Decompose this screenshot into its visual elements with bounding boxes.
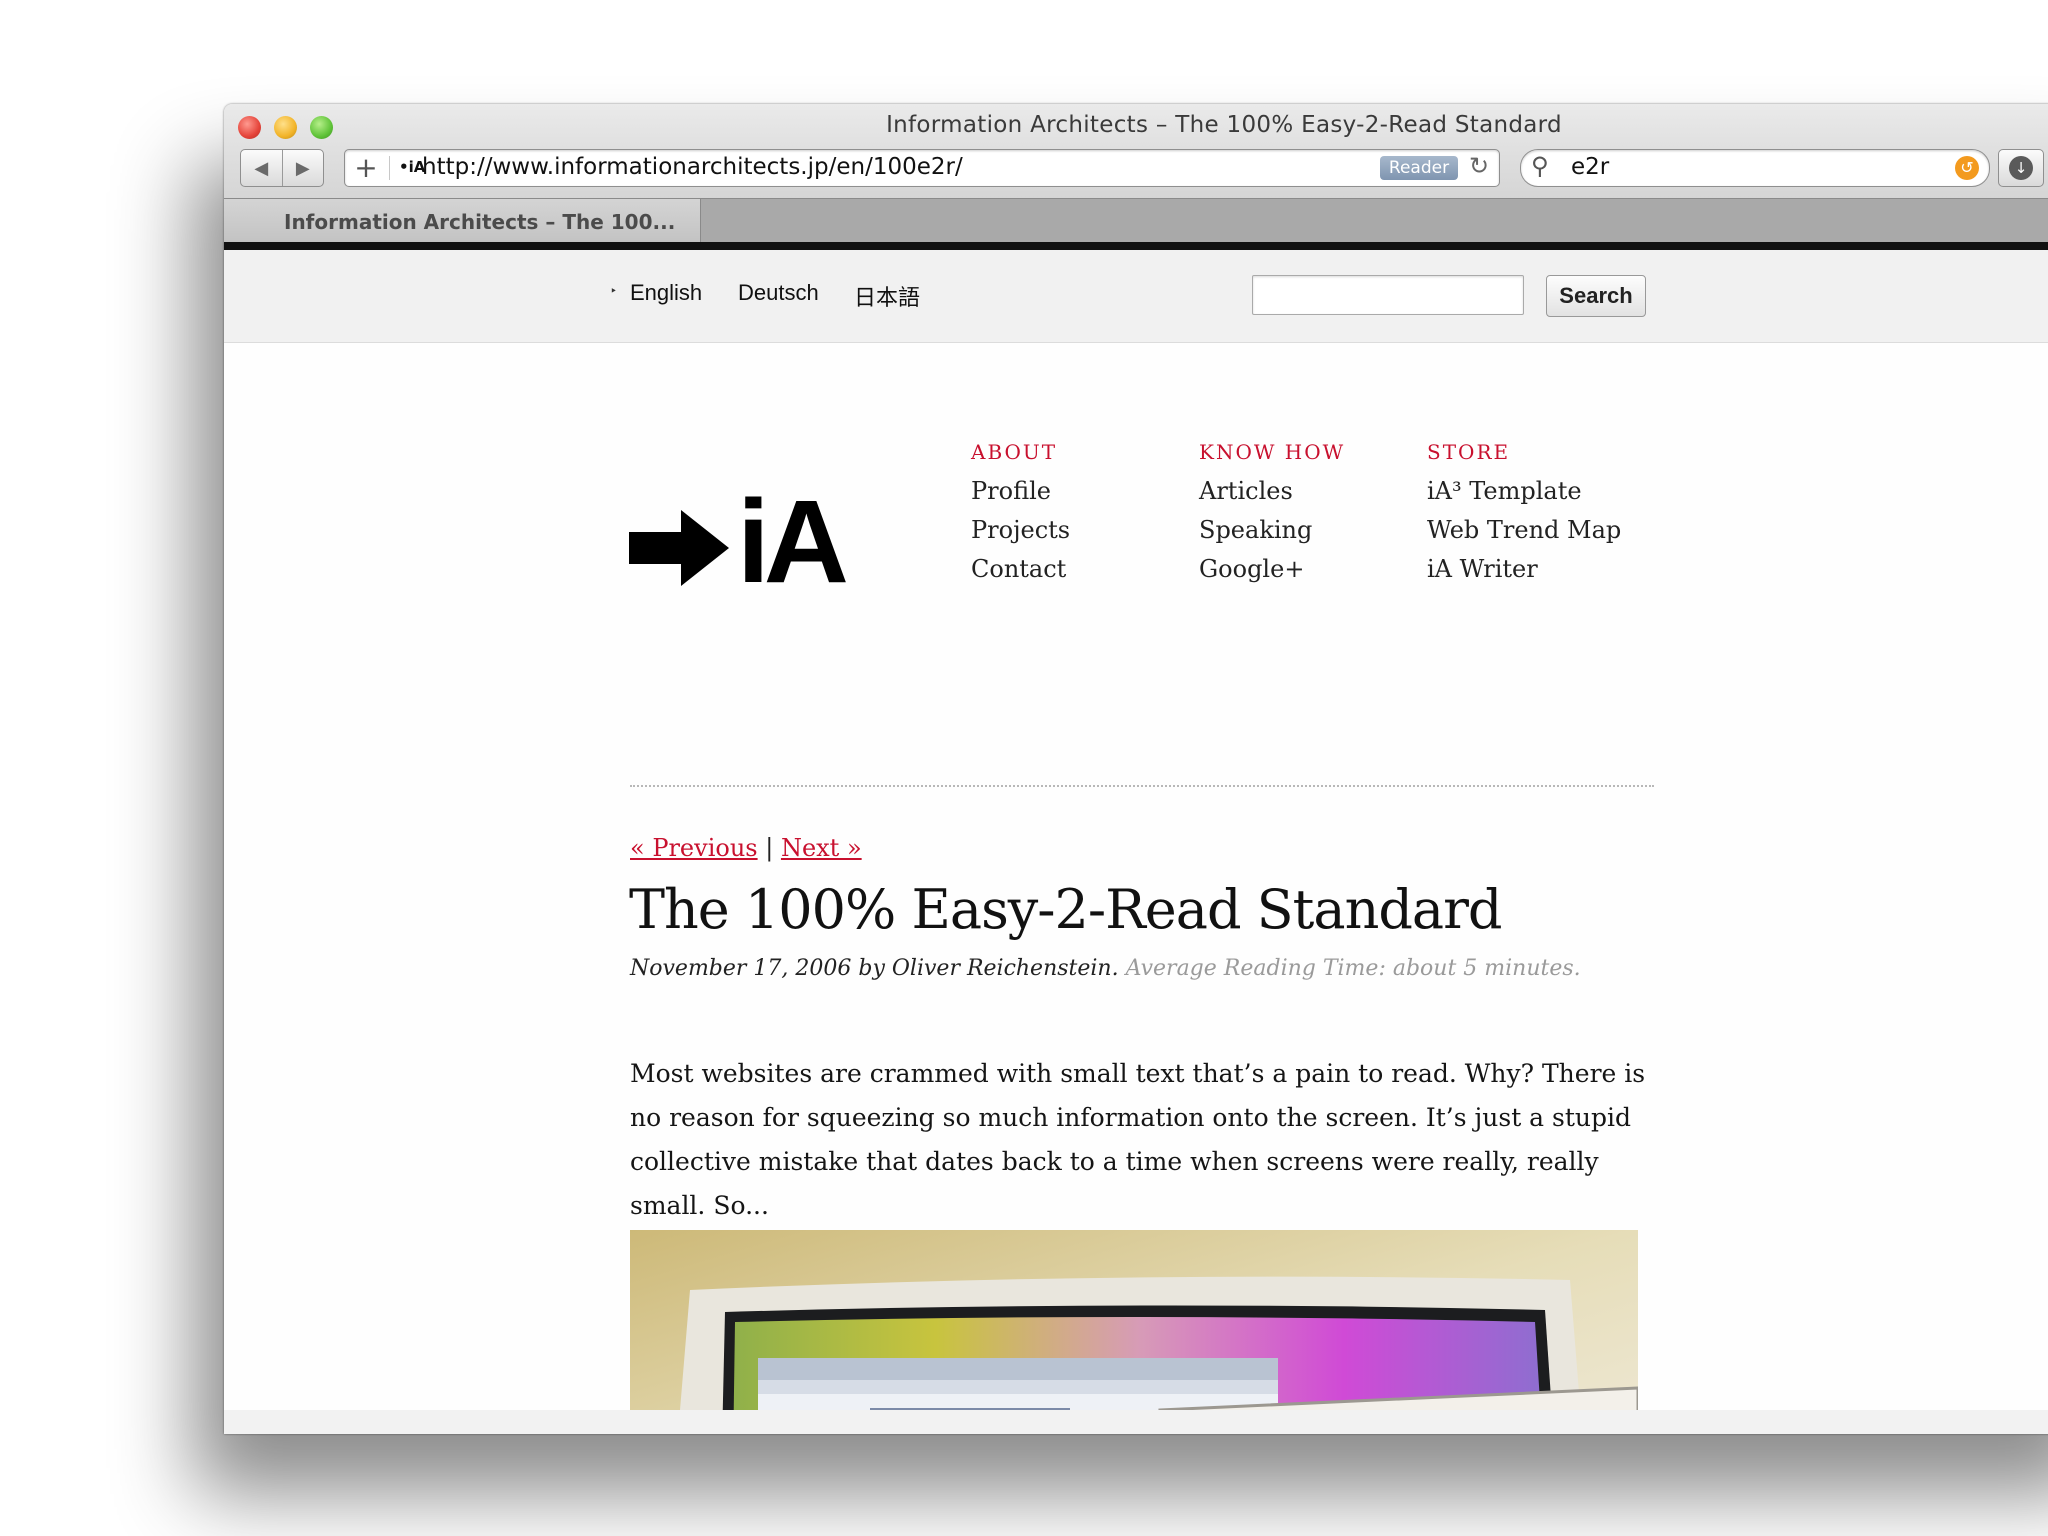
reader-button[interactable]: Reader [1380, 156, 1458, 180]
nav-store: STORE iA³ Template Web Trend Map iA Writ… [1427, 440, 1621, 589]
search-reset-icon[interactable]: ↺ [1955, 156, 1979, 180]
tab-label: Information Architects – The 100... [284, 210, 676, 234]
header-divider [630, 785, 1654, 787]
article-title: The 100% Easy-2-Read Standard [629, 878, 1502, 941]
ia-logo[interactable]: iA [629, 480, 869, 600]
browser-window: Information Architects – The 100% Easy-2… [224, 104, 2048, 1434]
nav-link-web-trend-map[interactable]: Web Trend Map [1427, 511, 1621, 550]
titlebar: Information Architects – The 100% Easy-2… [224, 104, 2048, 250]
nav-link-contact[interactable]: Contact [971, 550, 1070, 589]
language-deutsch[interactable]: Deutsch [738, 280, 819, 306]
language-japanese[interactable]: 日本語 [854, 280, 920, 312]
article-byline: November 17, 2006 by Oliver Reichenstein… [630, 956, 1581, 981]
nav-heading-store: STORE [1427, 440, 1511, 464]
download-icon: ↓ [2009, 156, 2033, 180]
add-bookmark-icon[interactable]: + [353, 151, 379, 184]
pagination-separator: | [757, 834, 781, 862]
toolbar-separator [224, 242, 2048, 250]
article-intro: Most websites are crammed with small tex… [630, 1059, 1646, 1220]
nav-link-speaking[interactable]: Speaking [1199, 511, 1345, 550]
reload-icon[interactable]: ↻ [1469, 152, 1489, 180]
next-link[interactable]: Next » [781, 834, 862, 862]
nav-link-profile[interactable]: Profile [971, 472, 1070, 511]
web-page: ‣ English Deutsch 日本語 Search iA ABOUT Pr… [224, 250, 2048, 1410]
nav-link-ia3-template[interactable]: iA³ Template [1427, 472, 1621, 511]
downloads-button[interactable]: ↓ [1998, 149, 2044, 187]
url-text[interactable]: http://www.informationarchitects.jp/en/1… [422, 154, 963, 180]
nav-heading-about: ABOUT [971, 440, 1058, 464]
article-pagination: « Previous | Next » [630, 834, 862, 862]
site-search-button[interactable]: Search [1546, 275, 1646, 317]
reading-time: Average Reading Time: about 5 minutes. [1125, 956, 1581, 981]
browser-search-value[interactable]: e2r [1571, 154, 1609, 180]
back-button[interactable]: ◀ [241, 150, 283, 186]
site-search-input[interactable] [1252, 275, 1524, 315]
current-language-marker: ‣ [610, 284, 618, 298]
nav-know-how: KNOW HOW Articles Speaking Google+ [1199, 440, 1345, 589]
previous-link[interactable]: « Previous [630, 834, 758, 862]
nav-link-google-plus[interactable]: Google+ [1199, 550, 1345, 589]
nav-link-articles[interactable]: Articles [1199, 472, 1345, 511]
browser-search-field[interactable]: ⚲ e2r ↺ [1520, 149, 1990, 187]
search-icon: ⚲ [1531, 152, 1549, 180]
nav-heading-know-how: KNOW HOW [1199, 440, 1346, 464]
history-navigation: ◀ ▶ [240, 149, 324, 187]
window-title: Information Architects – The 100% Easy-2… [886, 112, 1562, 138]
tab-strip: Information Architects – The 100... + [224, 198, 2048, 245]
language-bar: ‣ English Deutsch 日本語 Search [224, 250, 2048, 343]
nav-link-projects[interactable]: Projects [971, 511, 1070, 550]
byline-author-date: November 17, 2006 by Oliver Reichenstein… [630, 956, 1119, 981]
nav-link-ia-writer[interactable]: iA Writer [1427, 550, 1621, 589]
logo-text: iA [737, 480, 847, 600]
address-divider [389, 156, 390, 180]
nav-about: ABOUT Profile Projects Contact [971, 440, 1070, 589]
article-photo [630, 1230, 1638, 1410]
address-bar[interactable]: + •iA http://www.informationarchitects.j… [344, 149, 1500, 187]
tab-active[interactable]: Information Architects – The 100... [224, 199, 701, 245]
language-english[interactable]: English [630, 280, 702, 306]
logo-arrow-icon [629, 510, 729, 586]
forward-button[interactable]: ▶ [283, 150, 324, 186]
